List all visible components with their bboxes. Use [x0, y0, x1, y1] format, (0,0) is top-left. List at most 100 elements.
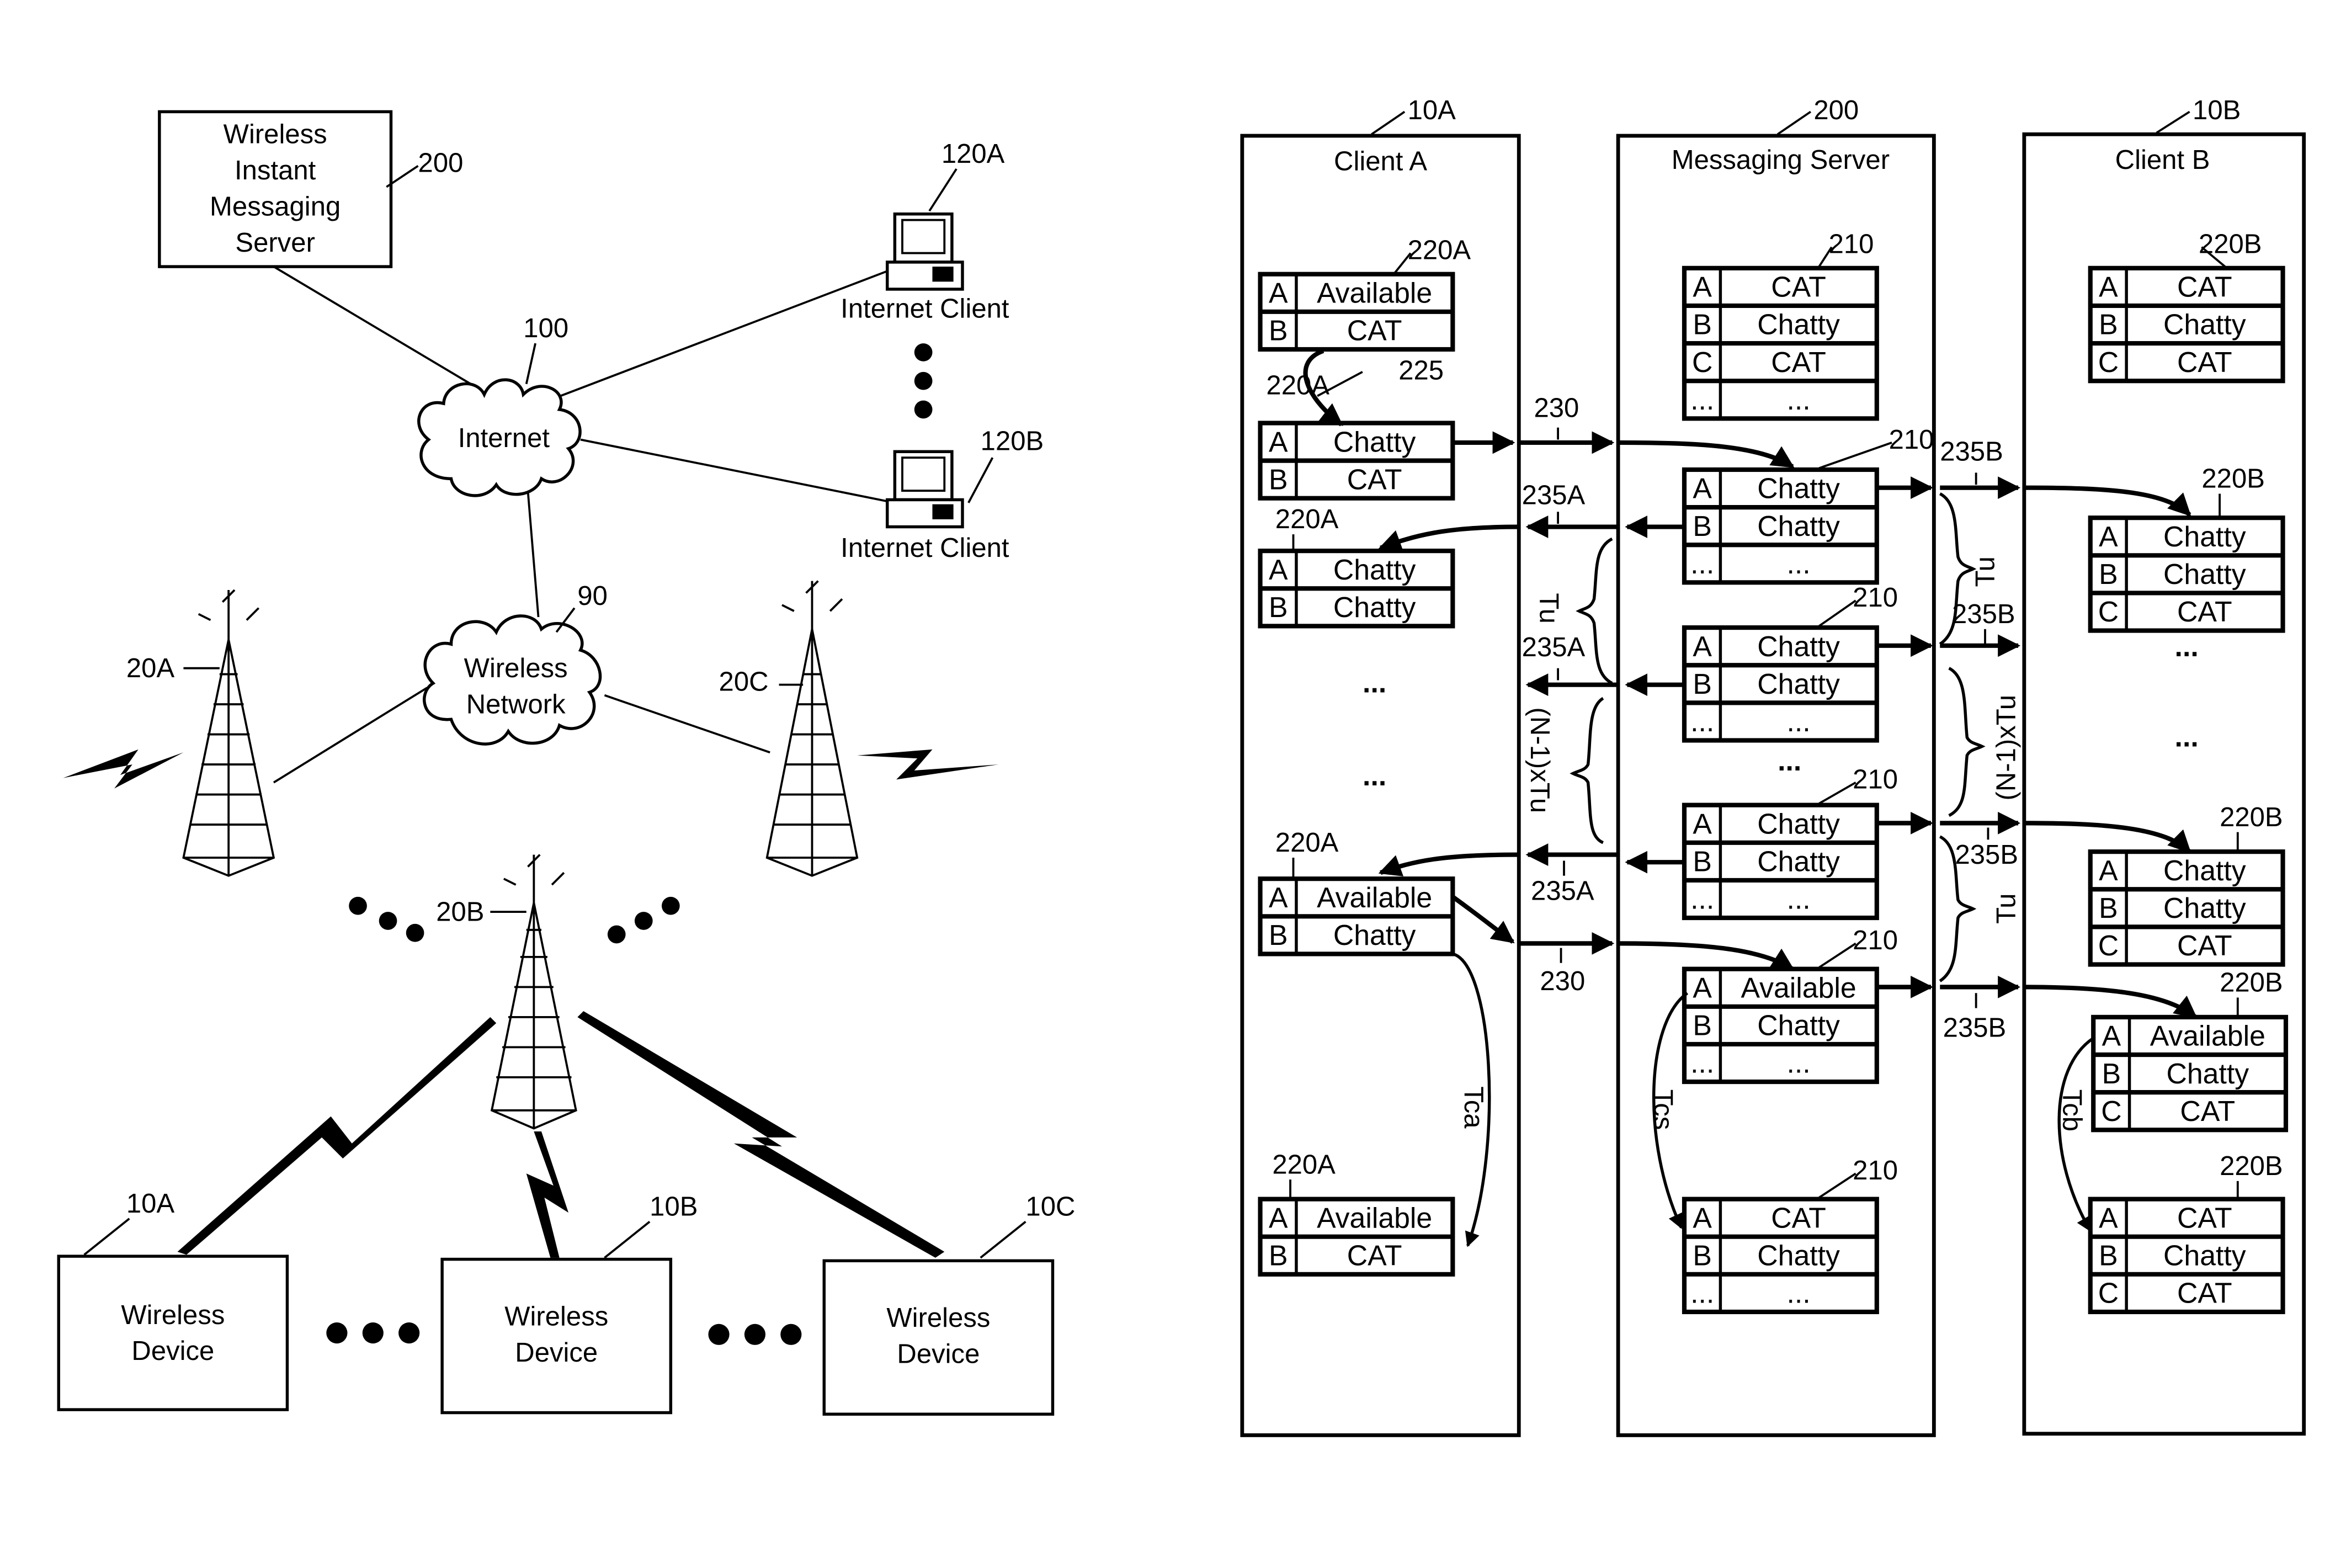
row-status: Chatty — [1333, 554, 1416, 586]
label-235a-3: 235A — [1531, 876, 1594, 906]
row-status: CAT — [1771, 271, 1826, 303]
column-client-a-title: Client A — [1334, 147, 1427, 177]
row-status: Available — [1317, 881, 1432, 913]
label-225: 225 — [1398, 355, 1444, 385]
presence-table-client-a-2: A Chatty B CAT — [1258, 421, 1455, 501]
row-status: CAT — [2177, 1277, 2232, 1309]
wireless-network-cloud: Wireless Network 90 — [423, 581, 608, 746]
server-line-1: Wireless — [224, 120, 327, 150]
row-status: Chatty — [1757, 807, 1840, 839]
row-status: CAT — [2177, 346, 2232, 378]
row-key: ... — [1690, 384, 1714, 416]
row-key: B — [2099, 558, 2118, 590]
row-key: ... — [1690, 1047, 1714, 1079]
row-status: CAT — [2177, 929, 2232, 961]
row-status: CAT — [2177, 596, 2232, 628]
row-key: B — [1269, 919, 1288, 951]
row-key: A — [1693, 271, 1712, 303]
tower-20b-ref: 20B — [436, 897, 484, 927]
row-status: Chatty — [2163, 520, 2246, 552]
row-status: ... — [1787, 548, 1811, 580]
internet-client-a-ref: 120A — [941, 139, 1005, 169]
table-ref-label: 220B — [2220, 802, 2283, 832]
row-status: ... — [1787, 883, 1811, 915]
sequence-diagram: Client A 10A Messaging Server 200 Client… — [1240, 95, 2306, 1437]
row-key: A — [1693, 1202, 1712, 1234]
row-status: Chatty — [1757, 472, 1840, 504]
table-ref-label: 220B — [2220, 968, 2283, 998]
device-10a-ref: 10A — [126, 1189, 175, 1219]
internet-client-b: Internet Client 120B — [840, 427, 1044, 563]
row-key: A — [2102, 1020, 2121, 1052]
row-key: A — [2099, 271, 2118, 303]
row-key: B — [2099, 309, 2118, 341]
server-internet-link — [273, 265, 479, 390]
row-key: A — [1693, 472, 1712, 504]
row-status: CAT — [1347, 1240, 1402, 1272]
horizontal-ellipsis — [708, 1324, 802, 1345]
label-235b-3: 235B — [1955, 840, 2018, 870]
row-key: B — [2099, 892, 2118, 924]
device-10b-ref: 10B — [650, 1192, 698, 1222]
column-server-ref: 200 — [1813, 95, 1859, 125]
row-status: Chatty — [1757, 846, 1840, 878]
internet-client-b-label: Internet Client — [840, 533, 1009, 563]
wireless-network-line-1: Wireless — [464, 653, 568, 683]
device-10c-line-1: Wireless — [886, 1303, 990, 1333]
table-ref-label: 210 — [1853, 583, 1898, 613]
label-tu-right-1: Tu — [1970, 556, 2000, 587]
wireless-tower-a-link — [273, 687, 428, 784]
row-key: B — [2099, 1240, 2118, 1272]
internet-ref: 100 — [523, 313, 568, 343]
row-key: B — [1693, 1009, 1712, 1041]
row-key: B — [1693, 510, 1712, 542]
label-235b-1: 235B — [1940, 437, 2003, 467]
server-line-2: Instant — [235, 156, 316, 185]
column-client-b-title: Client B — [2115, 145, 2210, 175]
row-status: Chatty — [1757, 630, 1840, 662]
row-key: B — [1693, 309, 1712, 341]
label-tu-right-2: Tu — [1992, 894, 2022, 924]
network-diagram: Wireless Instant Messaging Server 200 In… — [57, 110, 1075, 1416]
wireless-device-10c: Wireless Device 10C — [822, 1192, 1075, 1416]
row-status: Chatty — [2166, 1057, 2249, 1089]
vertical-ellipsis — [914, 343, 933, 419]
table-ref-220a-2: 220A — [1266, 371, 1329, 401]
label-n1tu-left: (N-1)xTu — [1525, 708, 1555, 814]
table-ref-label: 210 — [1853, 1156, 1898, 1186]
server-line-3: Messaging — [210, 192, 341, 221]
row-status: ... — [1787, 705, 1811, 737]
row-key: A — [1269, 426, 1288, 458]
internet-client-b-link — [580, 438, 888, 503]
internet-wireless-link — [526, 490, 540, 618]
server-ref: 200 — [418, 148, 464, 178]
table-ref-label: 220A — [1275, 504, 1339, 534]
row-key: B — [1269, 463, 1288, 495]
row-key: A — [1269, 1202, 1288, 1234]
row-status: Chatty — [1757, 309, 1840, 341]
device-10b-line-2: Device — [515, 1338, 598, 1368]
wireless-network-ref: 90 — [577, 581, 608, 611]
tower-20a: 20A — [63, 589, 275, 877]
internet-label: Internet — [458, 423, 550, 453]
row-status: CAT — [2177, 271, 2232, 303]
row-key: ... — [1690, 705, 1714, 737]
ellipsis-client-b-2: ... — [2175, 720, 2199, 752]
label-230-bottom: 230 — [1540, 966, 1585, 996]
table-ref-label: 220B — [2201, 464, 2265, 494]
row-key: C — [2098, 596, 2119, 628]
row-key: B — [2102, 1057, 2121, 1089]
signal-bolt-icon — [857, 749, 999, 780]
radio-link-10c — [577, 1011, 945, 1258]
row-key: B — [1269, 315, 1288, 347]
label-tu-left: Tu — [1534, 593, 1563, 623]
row-key: ... — [1690, 1277, 1714, 1309]
tower-20a-ref: 20A — [126, 653, 175, 683]
ellipsis-server: ... — [1778, 745, 1801, 777]
label-235b-4: 235B — [1943, 1013, 2007, 1043]
row-key: ... — [1690, 548, 1714, 580]
row-status: CAT — [1771, 1202, 1826, 1234]
row-key: A — [2099, 520, 2118, 552]
row-status: Chatty — [1757, 1009, 1840, 1041]
device-10b-line-1: Wireless — [504, 1302, 608, 1332]
